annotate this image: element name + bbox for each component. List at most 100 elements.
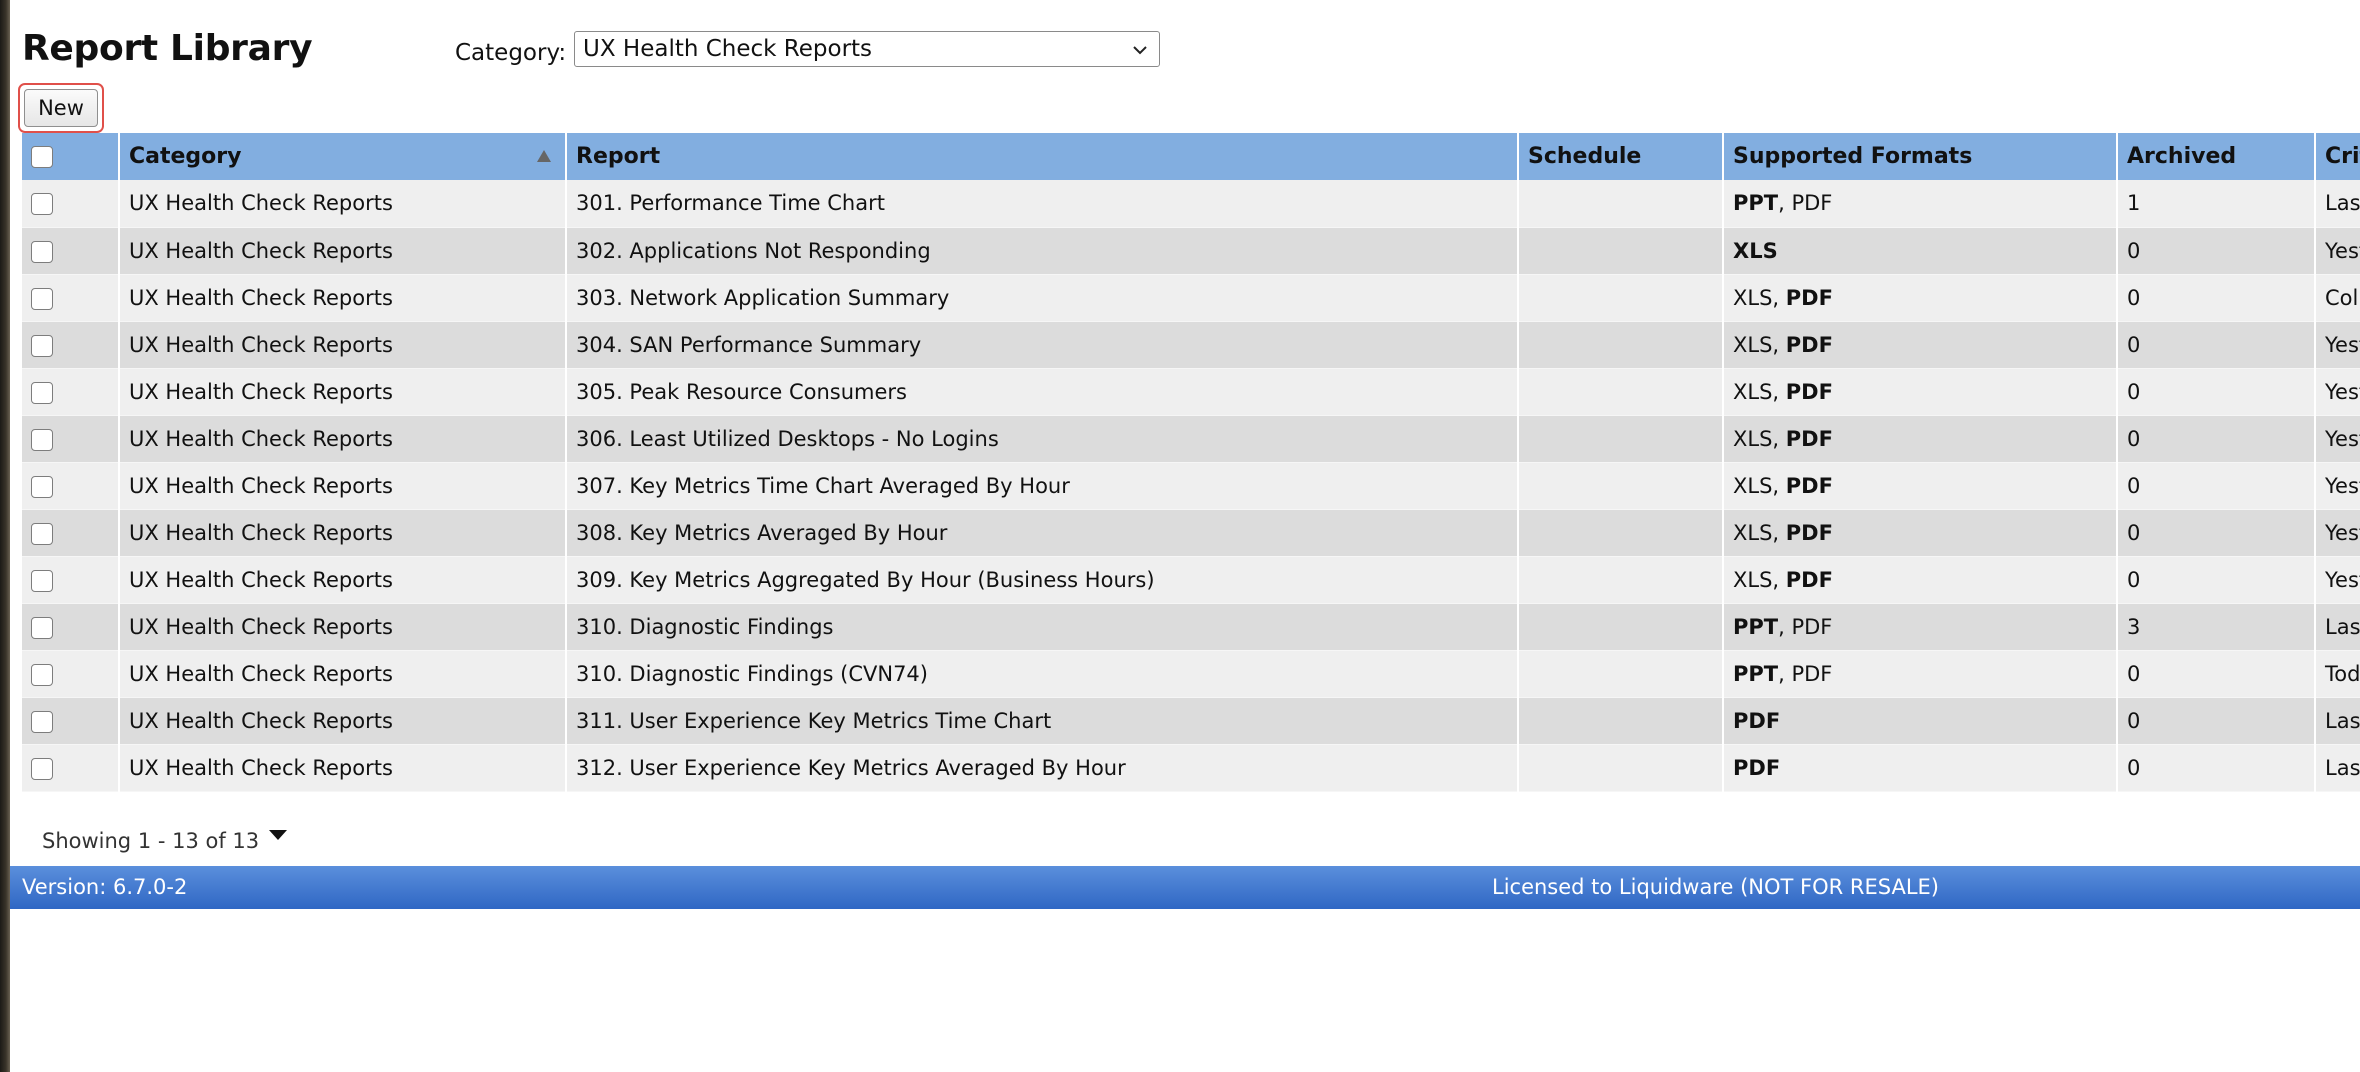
cell-criteria: Colle xyxy=(2315,274,2360,322)
new-report-button[interactable]: New xyxy=(24,89,98,127)
cell-supported-formats: XLS, PDF xyxy=(1723,509,2118,557)
cell-supported-formats: PPT, PDF xyxy=(1723,180,2118,228)
format-item: XLS xyxy=(1733,238,1778,263)
column-header-category[interactable]: Category xyxy=(119,133,567,180)
cell-criteria: Toda xyxy=(2315,650,2360,698)
row-checkbox[interactable] xyxy=(31,334,53,357)
table-row[interactable]: UX Health Check Reports 305. Peak Resourc… xyxy=(22,368,2360,416)
cell-schedule xyxy=(1518,603,1724,651)
cell-schedule xyxy=(1518,509,1724,557)
row-select-cell xyxy=(22,368,120,416)
cell-supported-formats: XLS, PDF xyxy=(1723,368,2118,416)
cell-schedule xyxy=(1518,462,1724,510)
cell-report-link[interactable]: 310. Diagnostic Findings xyxy=(566,603,1519,651)
category-select-value: UX Health Check Reports xyxy=(583,36,873,62)
cell-schedule xyxy=(1518,415,1724,463)
row-checkbox[interactable] xyxy=(31,240,53,263)
cell-criteria: Yest xyxy=(2315,462,2360,510)
row-checkbox[interactable] xyxy=(31,569,53,592)
cell-report-link[interactable]: 311. User Experience Key Metrics Time Ch… xyxy=(566,697,1519,745)
row-checkbox[interactable] xyxy=(31,287,53,310)
format-item: XLS xyxy=(1733,520,1773,545)
cell-report-link[interactable]: 308. Key Metrics Averaged By Hour xyxy=(566,509,1519,557)
table-row[interactable]: UX Health Check Reports 304. SAN Performa… xyxy=(22,321,2360,369)
cell-report-link[interactable]: 303. Network Application Summary xyxy=(566,274,1519,322)
row-checkbox[interactable] xyxy=(31,381,53,404)
row-checkbox[interactable] xyxy=(31,475,53,498)
cell-archived: 1 xyxy=(2117,180,2316,228)
cell-supported-formats: PDF xyxy=(1723,744,2118,792)
cell-category: UX Health Check Reports xyxy=(119,368,567,416)
table-row[interactable]: UX Health Check Reports 311. User Experie… xyxy=(22,697,2360,745)
format-item: PDF xyxy=(1733,755,1781,780)
cell-archived: 0 xyxy=(2117,321,2316,369)
row-checkbox[interactable] xyxy=(31,663,53,686)
row-select-cell xyxy=(22,697,120,745)
format-item: PPT xyxy=(1733,191,1779,216)
row-checkbox[interactable] xyxy=(31,522,53,545)
row-select-cell xyxy=(22,274,120,322)
cell-category: UX Health Check Reports xyxy=(119,650,567,698)
table-row[interactable]: UX Health Check Reports 307. Key Metrics … xyxy=(22,462,2360,510)
cell-criteria: Last xyxy=(2315,180,2360,228)
row-select-cell xyxy=(22,509,120,557)
format-item: PDF xyxy=(1785,379,1833,404)
cell-category: UX Health Check Reports xyxy=(119,274,567,322)
cell-category: UX Health Check Reports xyxy=(119,321,567,369)
format-item: PDF xyxy=(1785,520,1833,545)
format-item: PPT xyxy=(1733,614,1779,639)
cell-report-link[interactable]: 304. SAN Performance Summary xyxy=(566,321,1519,369)
row-checkbox[interactable] xyxy=(31,757,53,780)
format-item: XLS xyxy=(1733,473,1773,498)
caret-down-icon[interactable] xyxy=(267,828,289,842)
cell-report-link[interactable]: 307. Key Metrics Time Chart Averaged By … xyxy=(566,462,1519,510)
row-select-cell xyxy=(22,227,120,275)
select-all-checkbox[interactable] xyxy=(31,146,53,168)
cell-report-link[interactable]: 312. User Experience Key Metrics Average… xyxy=(566,744,1519,792)
row-checkbox[interactable] xyxy=(31,616,53,639)
report-table-container: Category Report Schedule Supported Forma… xyxy=(22,133,2360,799)
row-checkbox[interactable] xyxy=(31,193,53,216)
cell-archived: 0 xyxy=(2117,556,2316,604)
column-header-supported-formats[interactable]: Supported Formats xyxy=(1723,133,2118,180)
row-select-cell xyxy=(22,462,120,510)
cell-archived: 3 xyxy=(2117,603,2316,651)
report-table: Category Report Schedule Supported Forma… xyxy=(22,133,2360,792)
column-header-report[interactable]: Report xyxy=(566,133,1519,180)
format-item: PDF xyxy=(1785,332,1833,357)
table-row[interactable]: UX Health Check Reports 306. Least Utiliz… xyxy=(22,415,2360,463)
row-checkbox[interactable] xyxy=(31,710,53,733)
row-select-cell xyxy=(22,321,120,369)
cell-report-link[interactable]: 306. Least Utilized Desktops - No Logins xyxy=(566,415,1519,463)
table-row[interactable]: UX Health Check Reports 308. Key Metrics … xyxy=(22,509,2360,557)
cell-schedule xyxy=(1518,368,1724,416)
cell-supported-formats: XLS, PDF xyxy=(1723,556,2118,604)
cell-criteria: Yest xyxy=(2315,556,2360,604)
cell-schedule xyxy=(1518,556,1724,604)
cell-report-link[interactable]: 305. Peak Resource Consumers xyxy=(566,368,1519,416)
cell-report-link[interactable]: 310. Diagnostic Findings (CVN74) xyxy=(566,650,1519,698)
cell-schedule xyxy=(1518,321,1724,369)
column-header-archived[interactable]: Archived xyxy=(2117,133,2316,180)
format-item: PDF xyxy=(1791,614,1833,639)
cell-report-link[interactable]: 309. Key Metrics Aggregated By Hour (Bus… xyxy=(566,556,1519,604)
cell-report-link[interactable]: 301. Performance Time Chart xyxy=(566,180,1519,228)
cell-archived: 0 xyxy=(2117,744,2316,792)
cell-report-link[interactable]: 302. Applications Not Responding xyxy=(566,227,1519,275)
table-row[interactable]: UX Health Check Reports 310. Diagnostic F… xyxy=(22,603,2360,651)
table-row[interactable]: UX Health Check Reports 310. Diagnostic F… xyxy=(22,650,2360,698)
cell-category: UX Health Check Reports xyxy=(119,415,567,463)
cell-schedule xyxy=(1518,227,1724,275)
table-row[interactable]: UX Health Check Reports 302. Applications… xyxy=(22,227,2360,275)
format-item: PDF xyxy=(1785,567,1833,592)
column-header-criteria[interactable]: Crit xyxy=(2315,133,2360,180)
cell-category: UX Health Check Reports xyxy=(119,180,567,228)
table-row[interactable]: UX Health Check Reports 312. User Experie… xyxy=(22,744,2360,792)
category-select[interactable]: UX Health Check Reports xyxy=(574,31,1160,67)
table-row[interactable]: UX Health Check Reports 303. Network Appl… xyxy=(22,274,2360,322)
cell-supported-formats: XLS, PDF xyxy=(1723,462,2118,510)
row-checkbox[interactable] xyxy=(31,428,53,451)
table-row[interactable]: UX Health Check Reports 301. Performance … xyxy=(22,180,2360,228)
column-header-schedule[interactable]: Schedule xyxy=(1518,133,1724,180)
table-row[interactable]: UX Health Check Reports 309. Key Metrics … xyxy=(22,556,2360,604)
